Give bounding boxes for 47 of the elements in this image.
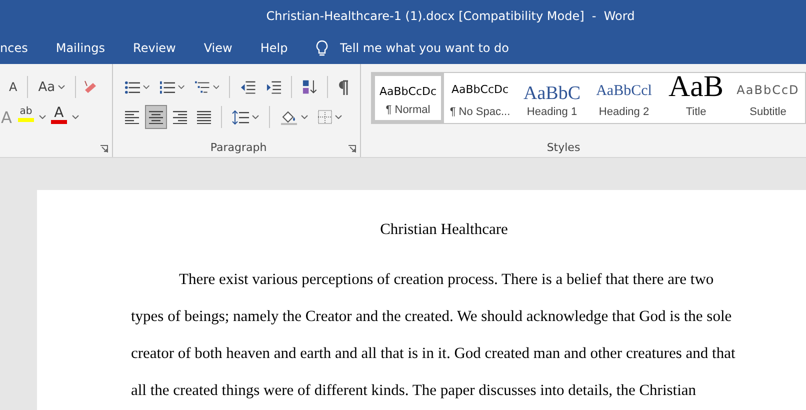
dropdown-caret-icon xyxy=(212,85,220,89)
line-spacing-icon xyxy=(232,110,249,124)
dialog-launcher-icon[interactable] xyxy=(348,145,356,153)
align-left-icon xyxy=(125,110,139,124)
group-label: Styles xyxy=(546,141,580,154)
numbered-list-icon xyxy=(160,80,175,94)
tell-me-field[interactable]: Tell me what you want to do xyxy=(338,40,532,56)
dropdown-caret-icon xyxy=(38,115,46,119)
body-text-line: There exist various perceptions of creation process. There is a belief that there are two xyxy=(178,270,715,290)
indent-icon xyxy=(266,80,281,94)
pilcrow-icon xyxy=(338,80,349,94)
body-text-line: creator of both heaven and earth and all that is in it. God created man and other creatures and that xyxy=(131,344,736,364)
dropdown-caret-icon xyxy=(58,85,66,89)
eraser-icon[interactable] xyxy=(82,79,98,95)
window-title: Christian-Healthcare-1 (1).docx [Compatibility Mode] - Word xyxy=(266,9,635,23)
multilevel-list-icon xyxy=(194,80,210,94)
ribbon-tab[interactable]: Review xyxy=(119,35,190,61)
ribbon-tab[interactable]: nces xyxy=(0,35,42,61)
dropdown-caret-icon xyxy=(143,85,150,89)
lightbulb-icon xyxy=(316,40,328,56)
dropdown-caret-icon xyxy=(335,115,342,119)
sort-icon xyxy=(302,79,318,95)
paint-bucket-icon xyxy=(280,109,298,125)
body-text-line: all the created things were of different kinds. The paper discusses into details, the Christian xyxy=(131,381,698,401)
dialog-launcher-icon[interactable] xyxy=(100,145,108,153)
dropdown-caret-icon xyxy=(178,85,185,89)
document-title: Christian Healthcare xyxy=(379,220,509,240)
body-text-line: types of beings; namely the Creator and the created. We should acknowledge that God is the sole xyxy=(131,307,733,327)
change-case-button[interactable]: Aa xyxy=(34,75,70,99)
dropdown-caret-icon xyxy=(301,115,308,119)
align-justify-icon xyxy=(197,110,211,124)
outdent-icon xyxy=(240,80,256,94)
dropdown-caret-icon xyxy=(72,115,79,119)
align-right-icon xyxy=(173,110,187,124)
style-gallery-item[interactable]: AaBbCcDc ¶ Normal xyxy=(372,73,444,123)
borders-icon xyxy=(318,110,332,124)
ribbon-tab[interactable]: View xyxy=(190,35,246,61)
shrink-font-button[interactable]: A xyxy=(0,75,22,99)
font-color-button[interactable]: A xyxy=(48,105,70,129)
bullet-list-icon xyxy=(125,80,140,94)
align-center-icon xyxy=(149,110,163,124)
ribbon-tab[interactable]: Help xyxy=(246,35,302,61)
alignment-button[interactable] xyxy=(145,105,167,129)
dropdown-caret-icon xyxy=(252,115,259,119)
highlight-button[interactable]: ab xyxy=(14,105,37,129)
group-label: Paragraph xyxy=(210,141,267,154)
ribbon-tab[interactable]: Mailings xyxy=(42,35,120,61)
